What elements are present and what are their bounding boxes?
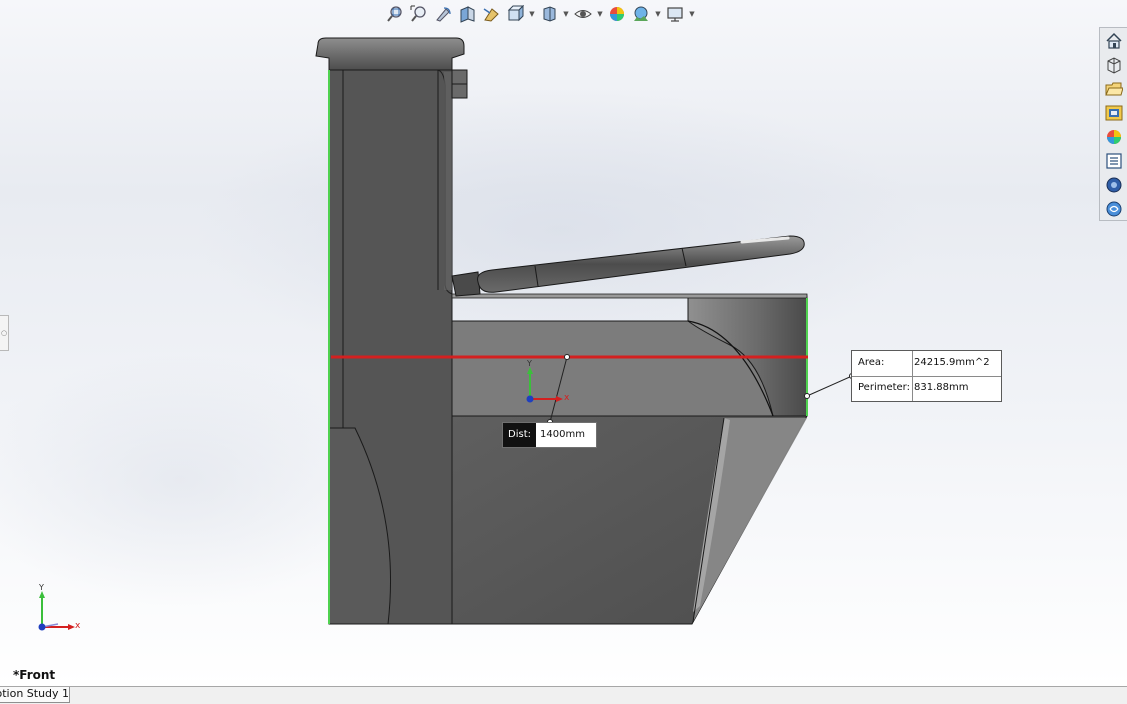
edit-appearance-button[interactable] [606, 3, 628, 25]
file-explorer-icon [1105, 105, 1123, 121]
dist-label: Dist: [503, 423, 536, 447]
tab-appearances-scenes[interactable] [1102, 126, 1126, 148]
bowl-rim [451, 293, 808, 417]
toolbox-icon [1106, 177, 1122, 193]
section-view-button[interactable] [456, 3, 478, 25]
display-style-icon [543, 6, 556, 22]
measure-distance-callout: Dist: 1400mm [502, 422, 597, 448]
seat-lid [451, 235, 805, 297]
tab-file-explorer[interactable] [1102, 102, 1126, 124]
expand-arrow-icon: ○ [0, 329, 8, 337]
area-leader-line [806, 375, 853, 397]
apply-scene-button[interactable] [630, 3, 652, 25]
design-library-icon [1105, 82, 1123, 96]
zoom-to-area-button[interactable] [408, 3, 430, 25]
view-orientation-icon [507, 5, 524, 22]
home-icon [1106, 32, 1122, 49]
tab-3d-content-central[interactable] [1102, 54, 1126, 76]
graphics-area[interactable]: Y x ▼ ▼ ▼ ▼ ▼ ○ Area: 24215.9mm^2 Perime… [0, 0, 1127, 686]
previous-view-button[interactable] [432, 3, 454, 25]
zoom-to-fit-icon [387, 6, 402, 22]
local-axis-x-label: x [564, 393, 570, 403]
feature-manager-collapse-handle[interactable]: ○ [0, 315, 9, 351]
triad-x-label: x [75, 621, 81, 631]
area-leader-point [804, 393, 810, 399]
area-row: Area: 24215.9mm^2 [852, 351, 1001, 377]
3d-content-icon [1107, 57, 1121, 74]
section-view-icon [460, 6, 475, 23]
area-label: Area: [858, 357, 885, 368]
perimeter-row: Perimeter: 831.88mm [852, 376, 1001, 401]
dynamic-annotation-icon [483, 8, 499, 22]
apply-scene-dropdown[interactable]: ▼ [654, 3, 662, 25]
custom-properties-icon [1106, 153, 1122, 169]
chevron-down-icon: ▼ [529, 10, 535, 18]
view-settings-icon [667, 7, 683, 22]
tab-solidworks-toolbox[interactable] [1102, 174, 1126, 196]
apply-scene-icon [634, 6, 648, 21]
appearances-icon [1107, 130, 1121, 144]
dynamic-annotation-button[interactable] [480, 3, 502, 25]
hide-show-items-icon [574, 10, 592, 18]
measure-area-callout: Area: 24215.9mm^2 Perimeter: 831.88mm [851, 350, 1002, 402]
hide-show-items-dropdown[interactable]: ▼ [596, 3, 604, 25]
view-orientation-button[interactable] [504, 3, 526, 25]
zoom-to-area-icon [410, 5, 426, 22]
dist-leader-point-top [564, 354, 570, 360]
perimeter-value: 831.88mm [914, 382, 969, 393]
chevron-down-icon: ▼ [597, 10, 603, 18]
view-orientation-label: *Front [13, 668, 56, 682]
view-settings-dropdown[interactable]: ▼ [688, 3, 696, 25]
forum-icon [1106, 201, 1122, 217]
chevron-down-icon: ▼ [689, 10, 695, 18]
chevron-down-icon: ▼ [655, 10, 661, 18]
display-style-dropdown[interactable]: ▼ [562, 3, 570, 25]
tab-custom-properties[interactable] [1102, 150, 1126, 172]
bottom-tab-bar: Motion Study 1 [0, 686, 1127, 704]
display-style-button[interactable] [538, 3, 560, 25]
local-axis-y-label: Y [526, 359, 532, 368]
view-orientation-dropdown[interactable]: ▼ [528, 3, 536, 25]
view-settings-button[interactable] [664, 3, 686, 25]
motion-study-tab-label: Motion Study 1 [0, 687, 70, 700]
tab-solidworks-forum[interactable] [1102, 198, 1126, 220]
area-value: 24215.9mm^2 [914, 357, 990, 368]
edit-appearance-icon [610, 7, 624, 21]
toilet-model[interactable]: Y x [0, 0, 1127, 686]
tab-solidworks-resources[interactable] [1102, 30, 1126, 52]
dist-value: 1400mm [540, 429, 585, 440]
heads-up-view-toolbar: ▼ ▼ ▼ ▼ ▼ [384, 3, 696, 25]
task-pane-tabs [1099, 27, 1127, 221]
tab-design-library[interactable] [1102, 78, 1126, 100]
reference-triad: Y x [38, 583, 81, 631]
tab-motion-study[interactable]: Motion Study 1 [0, 687, 70, 703]
zoom-to-fit-button[interactable] [384, 3, 406, 25]
chevron-down-icon: ▼ [563, 10, 569, 18]
triad-y-label: Y [38, 583, 44, 592]
perimeter-label: Perimeter: [858, 382, 910, 393]
previous-view-icon [436, 7, 451, 22]
hide-show-items-button[interactable] [572, 3, 594, 25]
